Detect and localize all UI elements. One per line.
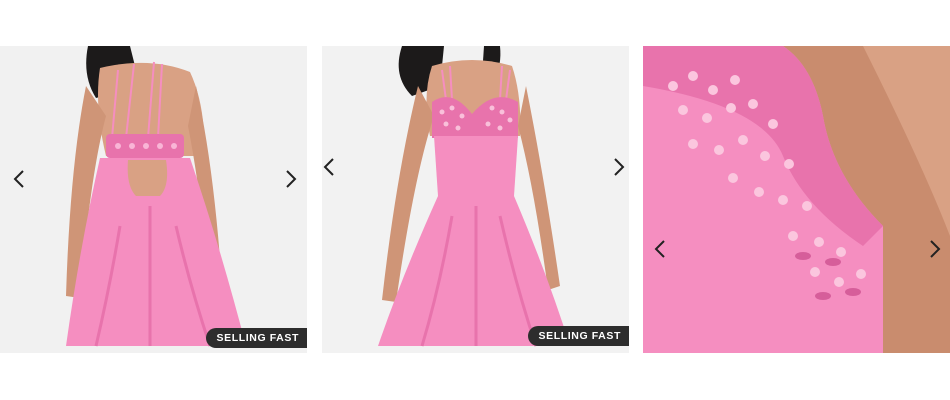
next-image-button[interactable] [608, 152, 629, 182]
product-image-card-front[interactable]: SELLING FAST [322, 46, 629, 353]
selling-fast-badge: SELLING FAST [527, 326, 629, 346]
product-photo-front [322, 46, 629, 353]
next-image-button[interactable] [280, 164, 302, 194]
chevron-right-icon [286, 170, 297, 188]
next-image-button[interactable] [924, 234, 946, 264]
product-gallery: SELLING FAST SELLING FAST [0, 46, 950, 353]
chevron-right-icon [930, 240, 941, 258]
selling-fast-badge: SELLING FAST [205, 328, 307, 348]
chevron-left-icon [13, 170, 24, 188]
previous-image-button[interactable] [8, 164, 30, 194]
chevron-left-icon [323, 158, 334, 176]
product-image-card-closeup[interactable] [643, 46, 950, 353]
chevron-right-icon [614, 158, 625, 176]
previous-image-button[interactable] [322, 152, 340, 182]
chevron-left-icon [654, 240, 665, 258]
product-photo-back [0, 46, 307, 353]
product-image-card-back[interactable]: SELLING FAST [0, 46, 307, 353]
product-photo-closeup [643, 46, 950, 353]
previous-image-button[interactable] [649, 234, 671, 264]
